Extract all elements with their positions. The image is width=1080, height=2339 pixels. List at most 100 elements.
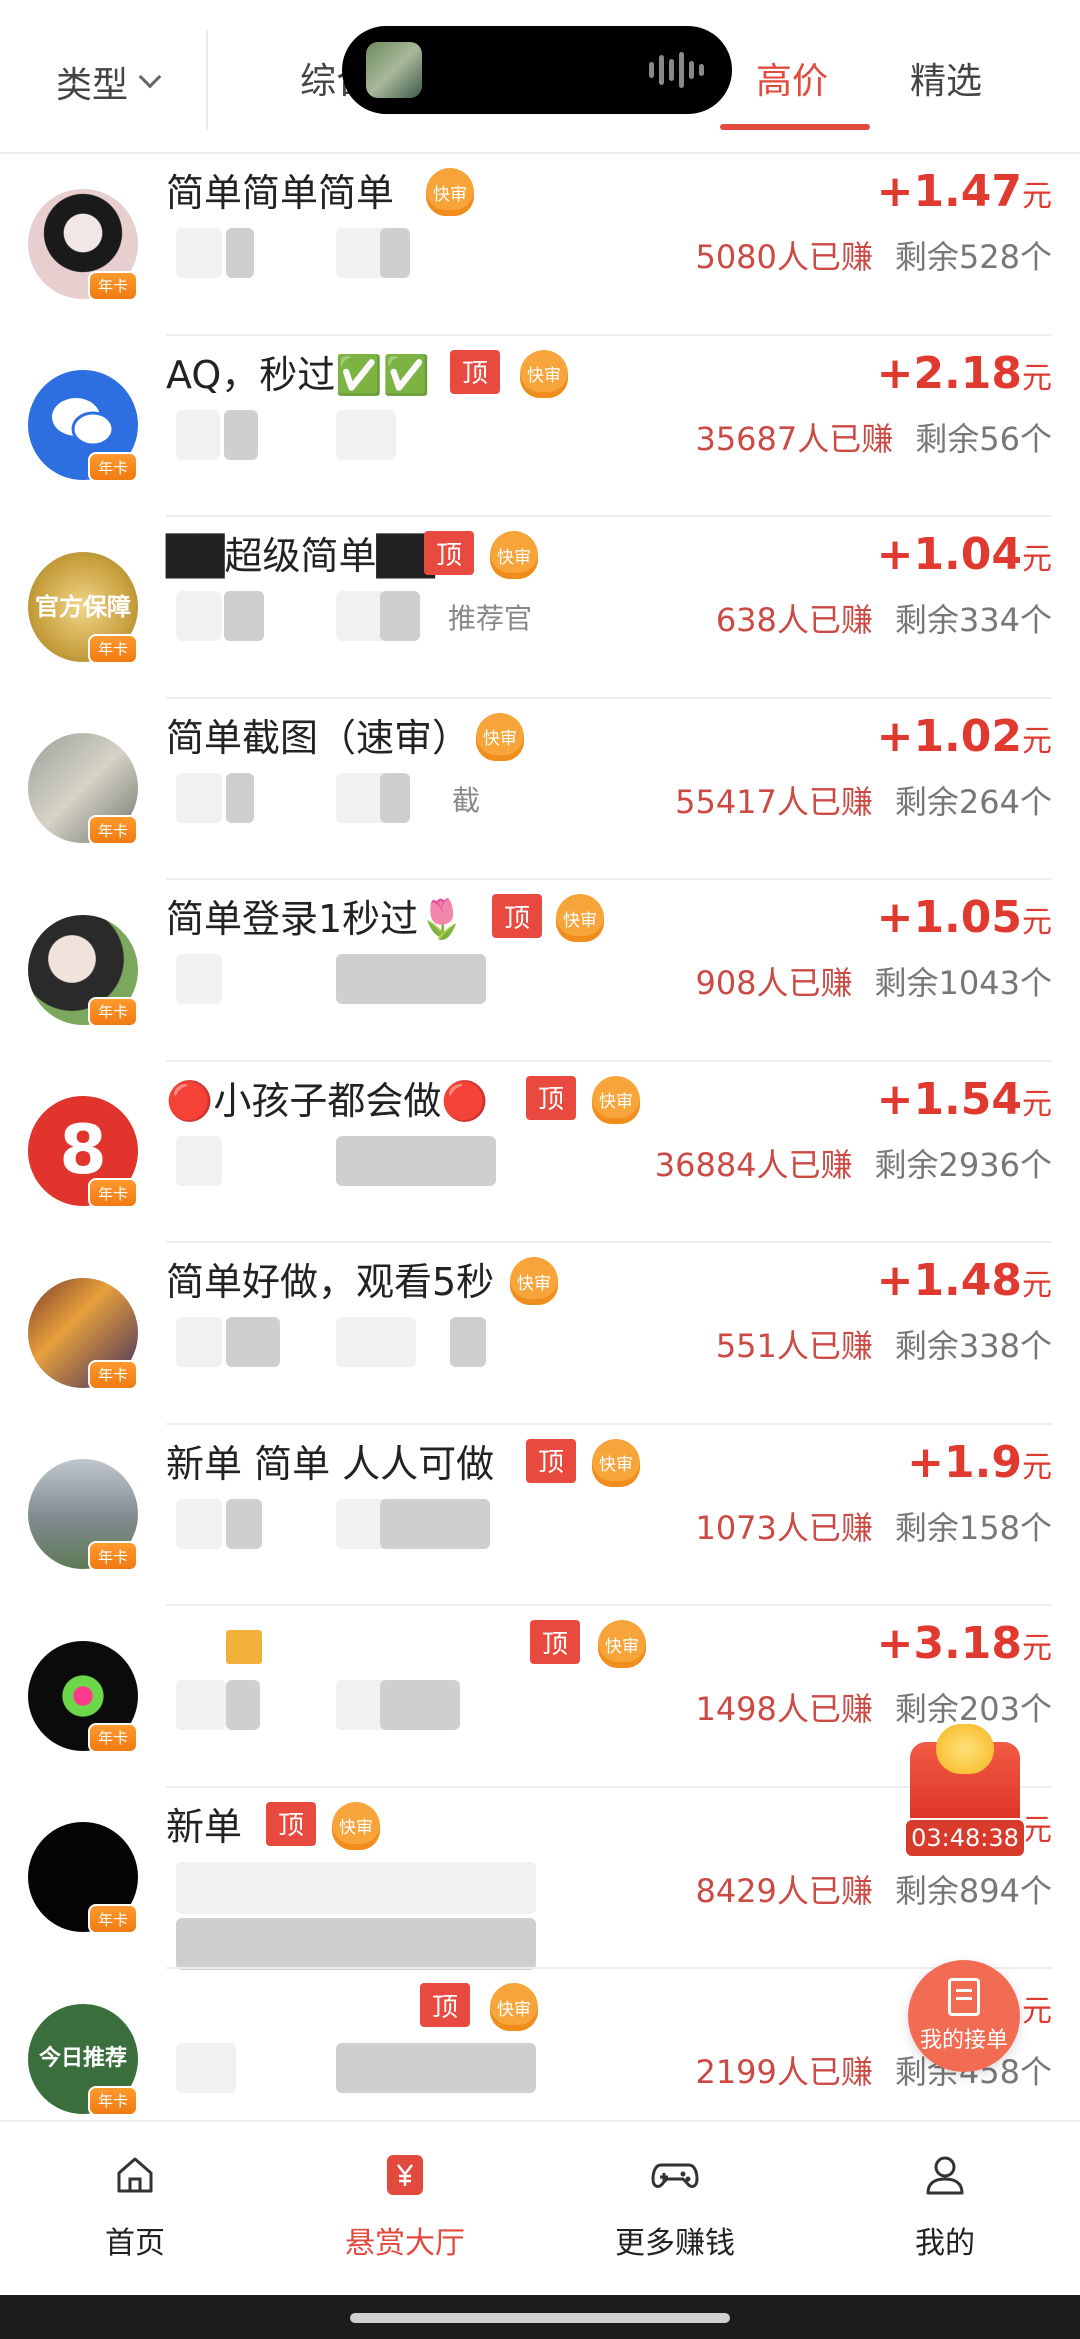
- earned-count: 5080人已赚: [695, 238, 873, 276]
- redacted-block: [380, 1680, 460, 1730]
- coin-icon: [936, 1724, 994, 1774]
- redacted-block: [226, 1680, 260, 1730]
- tag-fast-review: 快审: [592, 1438, 640, 1487]
- active-tab-indicator: [720, 124, 870, 130]
- reward-unit: 元: [1022, 723, 1052, 759]
- reward-sign: +: [876, 529, 914, 580]
- task-stats: 36884人已赚 剩余2936个: [655, 1140, 1052, 1186]
- annual-card-badge: 年卡: [88, 1541, 138, 1572]
- nav-more-earn-label: 更多赚钱: [615, 2226, 735, 2261]
- task-title: 新单 简单 人人可做: [166, 1441, 495, 1486]
- annual-card-badge: 年卡: [88, 270, 138, 301]
- annual-card-badge: 年卡: [88, 996, 138, 1027]
- task-title: 简单截图（速审）: [166, 715, 471, 760]
- redacted-block: [380, 591, 420, 641]
- task-reward: +1.04元: [877, 529, 1052, 580]
- task-title: 🔴小孩子都会做🔴: [166, 1078, 489, 1123]
- reward-unit: 元: [1022, 1086, 1052, 1122]
- earned-count: 36884人已赚: [654, 1145, 853, 1184]
- reward-unit: 元: [1022, 1268, 1052, 1303]
- remaining-count: 剩余528个: [894, 238, 1052, 276]
- task-stats: 35687人已赚 剩余56个: [695, 414, 1052, 460]
- redacted-block: [380, 1498, 490, 1549]
- earned-count: 55417人已赚: [675, 782, 873, 821]
- reward-sign: +: [876, 710, 914, 762]
- remaining-count: 剩余2936个: [874, 1145, 1052, 1184]
- task-title: 简单好做，观看5秒: [166, 1260, 495, 1304]
- redacted-block: [176, 1680, 226, 1730]
- type-filter-label: 类型: [56, 65, 129, 106]
- reward-sign: +: [876, 166, 914, 217]
- tab-selected[interactable]: 精选: [910, 52, 982, 112]
- earned-count: 638人已赚: [715, 601, 873, 639]
- redacted-block: [336, 1135, 496, 1186]
- nav-more-earn[interactable]: 更多赚钱: [575, 2146, 775, 2262]
- tag-fast-review: 快审: [598, 1620, 646, 1668]
- task-row[interactable]: 官方保障 年卡 ██超级简单██ 顶快审 推荐官 +1.04元 638人已赚 剩余334个: [0, 517, 1080, 699]
- redacted-block: [336, 1317, 416, 1367]
- redacted-block: [224, 591, 264, 641]
- redacted-block: [336, 954, 486, 1004]
- tab-high-price[interactable]: 高价: [756, 52, 828, 112]
- divider: [206, 30, 208, 130]
- task-title: 简单简单简单: [166, 171, 395, 215]
- redacted-block: [226, 228, 254, 278]
- task-stats: 638人已赚 剩余334个: [716, 595, 1052, 641]
- reward-unit: 元: [1022, 1449, 1052, 1485]
- reward-amount: 1.9: [944, 1436, 1022, 1488]
- task-row[interactable]: 8 年卡 🔴小孩子都会做🔴 顶快审 +1.54元 36884人已赚 剩余2936个: [0, 1062, 1080, 1243]
- task-row[interactable]: 年卡 简单简单简单 快审 +1.47元 5080人已赚 剩余528个: [0, 154, 1080, 336]
- bottom-nav: 首页 悬赏大厅 更多赚钱 我的: [0, 2120, 1080, 2295]
- reward-sign: +: [876, 1255, 914, 1306]
- type-filter-button[interactable]: 类型: [56, 52, 162, 112]
- yen-icon: [385, 2146, 425, 2204]
- tag-fast-review: 快审: [476, 712, 524, 761]
- redacted-block: [176, 954, 222, 1004]
- tag-top: 顶: [492, 894, 542, 938]
- tag-fast-review: 快审: [332, 1801, 380, 1850]
- tag-fast-review: 快审: [426, 168, 474, 216]
- annual-card-badge: 年卡: [88, 633, 138, 664]
- task-stats: 5080人已赚 剩余528个: [695, 232, 1052, 278]
- home-icon: [113, 2146, 157, 2204]
- task-reward: 元: [1022, 1981, 1052, 2032]
- task-subtitle-fragment: 推荐官: [448, 602, 533, 635]
- reward-amount: 3.18: [913, 1618, 1022, 1669]
- task-stats: 551人已赚 剩余338个: [716, 1321, 1052, 1367]
- dynamic-island[interactable]: [342, 26, 732, 114]
- task-row[interactable]: 年卡 简单截图（速审） 快审截 +1.02元 55417人已赚 剩余264个: [0, 699, 1080, 880]
- earned-count: 551人已赚: [715, 1327, 873, 1365]
- task-row[interactable]: 年卡 简单登录1秒过🌷 顶快审 +1.05元 908人已赚 剩余1043个: [0, 880, 1080, 1062]
- chat-bubble-icon: [48, 393, 118, 457]
- task-reward: +1.48元: [877, 1255, 1052, 1306]
- task-row[interactable]: 年卡 AQ，秒过✅✅ 顶快审 +2.18元 35687人已赚 剩余56个: [0, 336, 1080, 517]
- reward-amount: 2.18: [913, 347, 1022, 399]
- nav-home[interactable]: 首页: [35, 2146, 235, 2262]
- earned-count: 2199人已赚: [695, 2053, 873, 2091]
- nav-reward-hall[interactable]: 悬赏大厅: [305, 2146, 505, 2262]
- annual-card-badge: 年卡: [88, 452, 138, 483]
- reward-unit: 元: [1022, 1631, 1052, 1666]
- tag-fast-review: 快审: [592, 1075, 640, 1124]
- remaining-count: 剩余338个: [894, 1327, 1052, 1365]
- red-packet-float[interactable]: 03:48:38: [900, 1724, 1030, 1874]
- reward-sign: +: [876, 347, 914, 399]
- tag-top: 顶: [420, 1983, 470, 2027]
- task-reward: +1.9元: [907, 1437, 1052, 1488]
- tag-top: 顶: [526, 1438, 576, 1483]
- redacted-block: [226, 1317, 280, 1367]
- reward-sign: +: [876, 1618, 914, 1669]
- task-title: 新单: [166, 1804, 243, 1849]
- earned-count: 908人已赚: [695, 964, 853, 1002]
- my-orders-label: 我的接单: [919, 2028, 1008, 2053]
- remaining-count: 剩余334个: [894, 601, 1052, 639]
- my-orders-button[interactable]: 我的接单: [908, 1960, 1020, 2072]
- redacted-block: [176, 772, 222, 823]
- task-row[interactable]: 年卡 新单 简单 人人可做顶快审 +1.9元 1073人已赚 剩余158个: [0, 1425, 1080, 1606]
- system-home-bar: [0, 2295, 1080, 2339]
- document-icon: [948, 1978, 980, 2016]
- redacted-block: [226, 1630, 262, 1664]
- task-stats: 1073人已赚 剩余158个: [695, 1503, 1052, 1549]
- nav-me[interactable]: 我的: [845, 2146, 1045, 2262]
- task-row[interactable]: 年卡 简单好做，观看5秒 快审 +1.48元 551人已赚 剩余338个: [0, 1243, 1080, 1425]
